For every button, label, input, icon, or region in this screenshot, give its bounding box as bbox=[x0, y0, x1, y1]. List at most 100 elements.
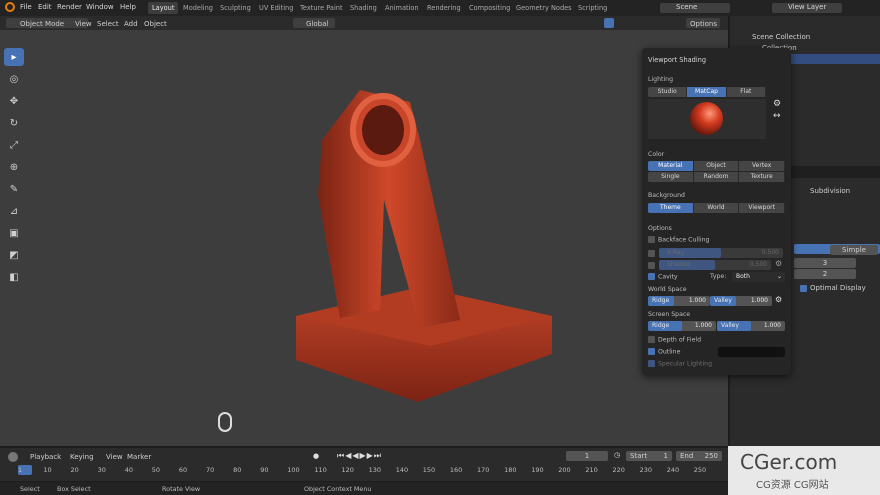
gizmo-toggle-icon[interactable] bbox=[604, 18, 614, 28]
matcap-preview[interactable] bbox=[648, 99, 766, 139]
add-cube-tool-icon[interactable]: ▣ bbox=[4, 224, 24, 242]
select-tool-icon[interactable]: ▸ bbox=[4, 48, 24, 66]
scene-name: Scene bbox=[676, 3, 698, 11]
cursor-tool-icon[interactable]: ◎ bbox=[4, 70, 24, 88]
scale-tool-icon[interactable]: ⤢ bbox=[4, 136, 24, 154]
tab-animation[interactable]: Animation bbox=[381, 2, 423, 14]
background-viewport[interactable]: Viewport bbox=[739, 203, 785, 213]
matcap-settings-icon[interactable]: ⚙ bbox=[773, 99, 781, 109]
timeline-tick: 120 bbox=[341, 466, 354, 474]
xray-checkbox[interactable] bbox=[648, 249, 655, 257]
tab-compositing[interactable]: Compositing bbox=[465, 2, 514, 14]
optimal-display-checkbox[interactable]: Optimal Display bbox=[800, 284, 866, 292]
lighting-matcap[interactable]: MatCap bbox=[687, 87, 727, 97]
playback-controls-icon[interactable]: ⏮◀◀▶▶⏭ bbox=[337, 451, 382, 461]
outliner-selected-row[interactable] bbox=[790, 54, 880, 64]
menu-select[interactable]: Select bbox=[97, 20, 119, 28]
color-random[interactable]: Random bbox=[693, 172, 740, 182]
tab-modeling[interactable]: Modeling bbox=[179, 2, 217, 14]
current-frame-field[interactable]: 1 bbox=[566, 451, 608, 461]
specular-lighting-checkbox[interactable]: Specular Lighting bbox=[648, 360, 712, 368]
world-ridge-field[interactable]: Ridge 1.000 bbox=[648, 296, 710, 306]
inset-tool-icon[interactable]: ◧ bbox=[4, 268, 24, 286]
screen-ridge-value: 1.000 bbox=[694, 322, 712, 329]
outliner-scene-collection[interactable]: Scene Collection bbox=[752, 33, 810, 41]
timeline-tick: 50 bbox=[151, 466, 161, 474]
menu-help[interactable]: Help bbox=[120, 3, 136, 11]
color-row-2: Single Random Texture bbox=[648, 172, 785, 182]
menu-timeline-view[interactable]: View bbox=[106, 453, 123, 461]
menu-window[interactable]: Window bbox=[86, 3, 114, 11]
timeline-tick: 20 bbox=[70, 466, 79, 474]
cavity-type-dropdown[interactable]: Both ⌄ bbox=[732, 272, 785, 282]
tab-rendering[interactable]: Rendering bbox=[423, 2, 465, 14]
screen-valley-value: 1.000 bbox=[763, 322, 781, 329]
move-tool-icon[interactable]: ✥ bbox=[4, 92, 24, 110]
shadow-field[interactable]: Shadow 0.500 bbox=[659, 260, 771, 270]
tab-shading[interactable]: Shading bbox=[346, 2, 381, 14]
shadow-settings-icon[interactable]: ⚙ bbox=[775, 259, 782, 268]
levels-viewport-field[interactable]: 3 bbox=[794, 258, 856, 268]
timeline-tick: 10 bbox=[43, 466, 52, 474]
menu-object[interactable]: Object bbox=[144, 20, 167, 28]
color-label: Color bbox=[648, 151, 665, 158]
menu-playback[interactable]: Playback bbox=[30, 453, 61, 461]
menu-keying[interactable]: Keying bbox=[70, 453, 94, 461]
tab-texture-paint[interactable]: Texture Paint bbox=[296, 2, 347, 14]
timeline-tick: 180 bbox=[504, 466, 517, 474]
screen-valley-field[interactable]: Valley 1.000 bbox=[717, 321, 785, 331]
matcap-flip-icon[interactable]: ↔ bbox=[773, 111, 781, 121]
world-space-settings-icon[interactable]: ⚙ bbox=[775, 295, 782, 304]
lighting-selector: Studio MatCap Flat bbox=[648, 87, 766, 97]
outline-checkbox[interactable]: Outline bbox=[648, 348, 680, 356]
background-world[interactable]: World bbox=[693, 203, 740, 213]
transform-tool-icon[interactable]: ⊕ bbox=[4, 158, 24, 176]
record-icon[interactable]: ● bbox=[313, 452, 319, 460]
tab-layout[interactable]: Layout bbox=[148, 2, 179, 14]
3d-viewport[interactable] bbox=[0, 30, 728, 446]
measure-tool-icon[interactable]: ⊿ bbox=[4, 202, 24, 220]
properties-search[interactable] bbox=[790, 166, 880, 178]
xray-field[interactable]: X-Ray 0.500 bbox=[659, 248, 783, 258]
outline-color-swatch[interactable] bbox=[718, 347, 785, 357]
tab-uv-editing[interactable]: UV Editing bbox=[255, 2, 297, 14]
world-valley-field[interactable]: Valley 1.000 bbox=[710, 296, 772, 306]
background-theme[interactable]: Theme bbox=[648, 203, 694, 213]
timeline-tick: 60 bbox=[178, 466, 188, 474]
editor-type-icon[interactable] bbox=[8, 452, 18, 462]
render-levels-field[interactable]: 2 bbox=[794, 269, 856, 279]
color-material[interactable]: Material bbox=[648, 161, 694, 171]
menu-marker[interactable]: Marker bbox=[127, 453, 151, 461]
color-object[interactable]: Object bbox=[693, 161, 740, 171]
tab-geometry-nodes[interactable]: Geometry Nodes bbox=[512, 2, 576, 14]
dof-checkbox[interactable]: Depth of Field bbox=[648, 336, 701, 344]
world-ridge-value: 1.000 bbox=[688, 297, 706, 304]
extrude-tool-icon[interactable]: ◩ bbox=[4, 246, 24, 264]
shadow-checkbox[interactable] bbox=[648, 261, 655, 269]
tab-sculpting[interactable]: Sculpting bbox=[216, 2, 255, 14]
menu-view[interactable]: View bbox=[75, 20, 92, 28]
timeline-tick: 170 bbox=[476, 466, 490, 474]
color-vertex[interactable]: Vertex bbox=[739, 161, 785, 171]
xray-value: 0.500 bbox=[761, 249, 779, 256]
backface-culling-checkbox[interactable]: Backface Culling bbox=[648, 236, 709, 244]
menu-file[interactable]: File bbox=[20, 3, 32, 11]
start-frame-field[interactable]: Start 1 bbox=[626, 451, 672, 461]
color-texture[interactable]: Texture bbox=[739, 172, 785, 182]
tab-scripting[interactable]: Scripting bbox=[574, 2, 611, 14]
screen-ridge-field[interactable]: Ridge 1.000 bbox=[648, 321, 716, 331]
lighting-flat[interactable]: Flat bbox=[726, 87, 766, 97]
color-single[interactable]: Single bbox=[648, 172, 694, 182]
end-frame-field[interactable]: End 250 bbox=[676, 451, 722, 461]
blender-logo-icon[interactable] bbox=[5, 2, 15, 12]
menu-edit[interactable]: Edit bbox=[38, 3, 52, 11]
menu-add[interactable]: Add bbox=[124, 20, 138, 28]
cavity-checkbox[interactable]: Cavity bbox=[648, 273, 678, 281]
rotate-tool-icon[interactable]: ↻ bbox=[4, 114, 24, 132]
tab-simple[interactable]: Simple bbox=[830, 245, 878, 255]
lighting-studio[interactable]: Studio bbox=[648, 87, 688, 97]
menu-render[interactable]: Render bbox=[57, 3, 82, 11]
annotate-tool-icon[interactable]: ✎ bbox=[4, 180, 24, 198]
timeline-tick: 40 bbox=[124, 466, 133, 474]
watermark: CGer.com CG资源 CG网站 bbox=[728, 446, 880, 495]
